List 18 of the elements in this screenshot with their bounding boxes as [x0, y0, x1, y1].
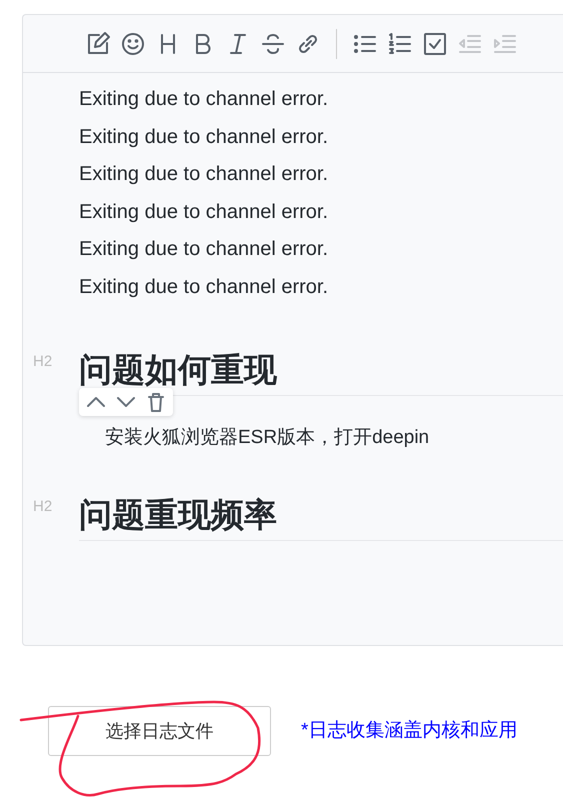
- delete-icon[interactable]: [145, 390, 167, 413]
- checkbox-icon[interactable]: [422, 30, 448, 56]
- log-note-text: *日志收集涵盖内核和应用: [301, 718, 518, 743]
- section-heading: 问题如何重现: [79, 350, 277, 388]
- heading-level-marker: H2: [33, 352, 52, 372]
- log-line: Exiting due to channel error.: [79, 200, 330, 225]
- paragraph-text: 安装火狐浏览器ESR版本，打开deepin: [105, 426, 430, 450]
- section-heading: 问题重现频率: [79, 496, 277, 534]
- edit-icon[interactable]: [85, 30, 111, 56]
- log-line: Exiting due to channel error.: [79, 87, 330, 112]
- log-line: Exiting due to channel error.: [79, 237, 330, 262]
- select-log-file-button[interactable]: 选择日志文件: [48, 706, 271, 756]
- heading-level-marker: H2: [33, 497, 52, 518]
- log-line: Exiting due to channel error.: [79, 162, 330, 188]
- log-line: Exiting due to channel error.: [79, 274, 330, 300]
- log-line: Exiting due to channel error.: [79, 124, 330, 150]
- numbered-list-icon[interactable]: [387, 30, 413, 56]
- smiley-icon[interactable]: [120, 30, 146, 56]
